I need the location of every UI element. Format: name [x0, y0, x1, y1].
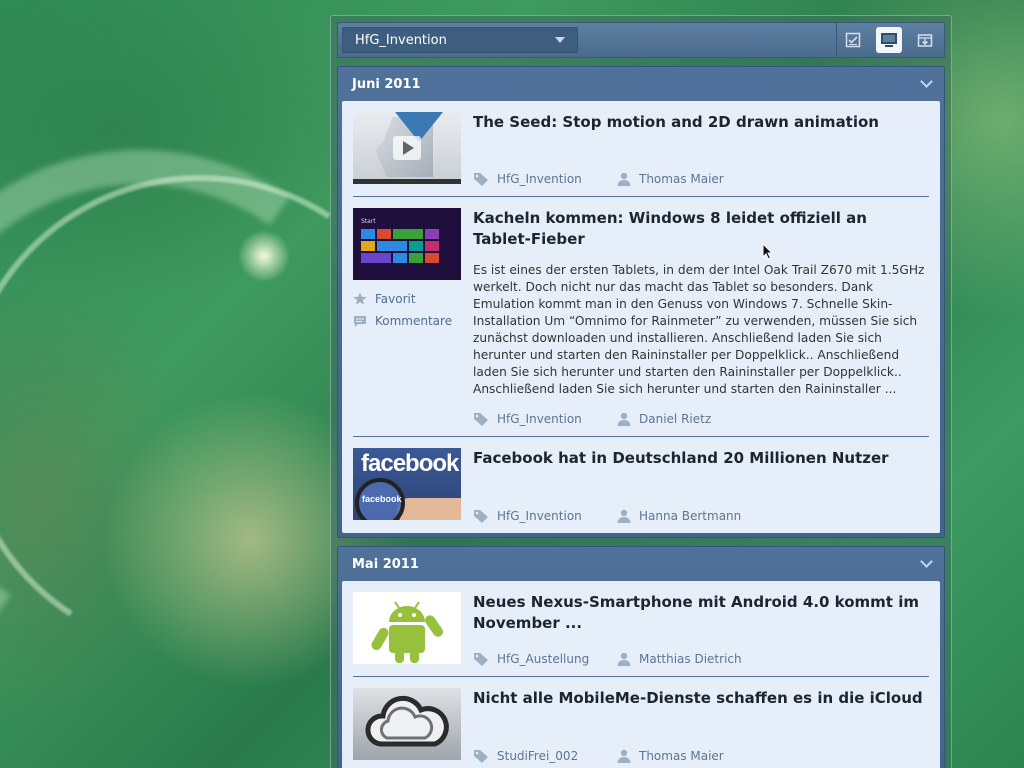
tag-icon	[474, 653, 488, 666]
tag-icon	[474, 413, 488, 426]
author-link[interactable]: Matthias Dietrich	[617, 652, 742, 666]
user-icon	[617, 652, 631, 666]
chevron-down-icon[interactable]	[920, 75, 933, 88]
monitor-view-button[interactable]	[876, 27, 902, 53]
tag-link[interactable]: HfG_Austellung	[473, 652, 617, 666]
author-name: Thomas Maier	[639, 172, 724, 186]
icloud-thumbnail[interactable]	[353, 688, 461, 760]
thumbnail-wordmark: facebook	[361, 450, 459, 477]
list-item: Start Favorit Kommentare Kacheln kommen:…	[353, 197, 929, 437]
section-header[interactable]: Juni 2011	[338, 67, 944, 101]
user-icon	[617, 412, 631, 426]
video-progress-bar	[353, 179, 461, 184]
article-title[interactable]: Nicht alle MobileMe-Dienste schaffen es …	[473, 688, 929, 709]
toolbar-divider	[836, 23, 837, 57]
author-name: Hanna Bertmann	[639, 509, 742, 523]
favorite-label: Favorit	[375, 292, 416, 306]
comment-icon	[354, 315, 366, 327]
cloud-icon	[365, 695, 449, 747]
feed-dropdown[interactable]: HfG_Invention	[342, 27, 578, 53]
month-section-mai: Mai 2011 Neues Nexus-Smartphone mit Andr…	[337, 546, 945, 768]
user-icon	[617, 749, 631, 763]
article-title[interactable]: Kacheln kommen: Windows 8 leidet offizie…	[473, 208, 929, 250]
favorite-button[interactable]: Favorit	[353, 292, 461, 306]
section-header[interactable]: Mai 2011	[338, 547, 944, 581]
tag-icon	[474, 750, 488, 763]
tag-label: HfG_Invention	[497, 412, 582, 426]
facebook-thumbnail[interactable]: facebook facebook	[353, 448, 461, 520]
news-widget-window: HfG_Invention Juni 2011 The Seed: Stop m…	[330, 15, 952, 768]
tag-icon	[474, 510, 488, 523]
section-title: Mai 2011	[352, 556, 419, 572]
android-robot-icon	[371, 601, 444, 663]
author-link[interactable]: Hanna Bertmann	[617, 509, 741, 523]
toolbar: HfG_Invention	[337, 22, 945, 58]
user-icon	[617, 509, 631, 523]
author-link[interactable]: Thomas Maier	[617, 749, 724, 763]
magnifier-icon: facebook	[355, 478, 405, 520]
tag-label: HfG_Invention	[497, 172, 582, 186]
feed-dropdown-value: HfG_Invention	[355, 32, 447, 48]
section-body: The Seed: Stop motion and 2D drawn anima…	[342, 101, 940, 533]
article-actions: Favorit Kommentare	[353, 292, 461, 328]
tag-label: StudiFrei_002	[497, 749, 579, 763]
windows8-thumbnail[interactable]: Start	[353, 208, 461, 280]
thumbnail-start-label: Start	[361, 218, 376, 225]
comments-label: Kommentare	[375, 314, 453, 328]
tag-link[interactable]: StudiFrei_002	[473, 749, 617, 763]
article-excerpt: Es ist eines der ersten Tablets, in dem …	[473, 263, 925, 396]
list-item: facebook facebook Facebook hat in Deutsc…	[353, 437, 929, 533]
archive-button[interactable]	[912, 27, 938, 53]
list-item: Nicht alle MobileMe-Dienste schaffen es …	[353, 677, 929, 768]
article-meta: HfG_Invention Daniel Rietz	[473, 404, 929, 426]
author-name: Thomas Maier	[639, 749, 724, 763]
user-icon	[617, 172, 631, 186]
list-item: The Seed: Stop motion and 2D drawn anima…	[353, 101, 929, 197]
article-meta: HfG_Invention Hanna Bertmann	[473, 501, 929, 523]
tag-link[interactable]: HfG_Invention	[473, 172, 617, 186]
article-meta: HfG_Austellung Matthias Dietrich	[473, 644, 929, 666]
comments-button[interactable]: Kommentare	[353, 314, 461, 328]
checklist-button[interactable]	[840, 27, 866, 53]
article-title[interactable]: Neues Nexus-Smartphone mit Android 4.0 k…	[473, 592, 929, 634]
tag-label: HfG_Invention	[497, 509, 582, 523]
list-item: Neues Nexus-Smartphone mit Android 4.0 k…	[353, 581, 929, 677]
tag-label: HfG_Austellung	[497, 652, 590, 666]
tag-icon	[474, 173, 488, 186]
play-icon[interactable]	[393, 136, 421, 160]
android-thumbnail[interactable]	[353, 592, 461, 664]
month-section-juni: Juni 2011 The Seed: Stop motion and 2D d…	[337, 66, 945, 538]
star-icon	[353, 292, 367, 305]
section-body: Neues Nexus-Smartphone mit Android 4.0 k…	[342, 581, 940, 768]
thumbnail-tiles	[361, 229, 453, 263]
section-title: Juni 2011	[352, 76, 421, 92]
article-title[interactable]: Facebook hat in Deutschland 20 Millionen…	[473, 448, 929, 469]
author-name: Daniel Rietz	[639, 412, 712, 426]
chevron-down-icon	[555, 37, 565, 43]
video-thumbnail[interactable]	[353, 112, 461, 184]
chevron-down-icon[interactable]	[920, 555, 933, 568]
author-link[interactable]: Daniel Rietz	[617, 412, 711, 426]
checklist-icon	[845, 32, 861, 48]
article-title[interactable]: The Seed: Stop motion and 2D drawn anima…	[473, 112, 929, 133]
author-link[interactable]: Thomas Maier	[617, 172, 724, 186]
author-name: Matthias Dietrich	[639, 652, 742, 666]
download-box-icon	[917, 34, 933, 47]
tag-link[interactable]: HfG_Invention	[473, 412, 617, 426]
thumbnail-hand-shape	[397, 498, 461, 520]
article-meta: HfG_Invention Thomas Maier	[473, 164, 929, 186]
mouse-cursor-icon	[762, 243, 773, 260]
article-meta: StudiFrei_002 Thomas Maier	[473, 741, 929, 763]
thumbnail-lens-wordmark: facebook	[362, 494, 402, 504]
tag-link[interactable]: HfG_Invention	[473, 509, 617, 523]
monitor-icon	[881, 33, 897, 47]
